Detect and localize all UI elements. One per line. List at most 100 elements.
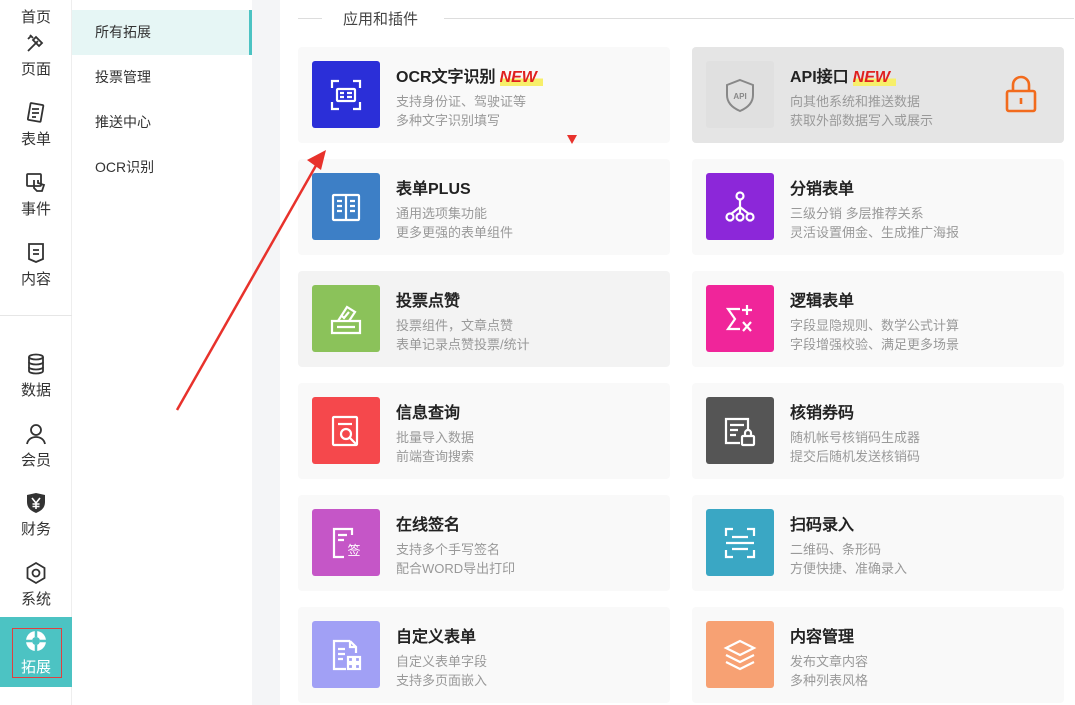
rail-item-member[interactable]: 会员 [0,413,72,477]
plugin-card-scan-entry[interactable]: 扫码录入 二维码、条形码 方便快捷、准确录入 [692,495,1064,591]
content-gutter [252,0,280,705]
api-shield-icon: API [706,61,774,128]
scan-code-icon [706,509,774,576]
distribution-tree-icon [706,173,774,240]
finance-yen-icon [23,490,49,516]
card-title: 逻辑表单 [790,293,855,310]
card-desc: 更多更强的表单组件 [396,225,514,240]
event-hand-icon [23,170,49,196]
card-desc: 投票组件，文章点赞 [396,318,514,333]
rail-label: 内容 [20,270,51,288]
plugin-card-form-plus[interactable]: 表单PLUS 通用选项集功能 更多更强的表单组件 [298,159,670,255]
card-desc: 字段显隐规则、数学公式计算 [790,318,960,333]
home-icon [23,0,49,4]
plugin-card-info-query[interactable]: 信息查询 批量导入数据 前端查询搜索 [298,383,670,479]
database-icon [23,351,49,377]
submenu-item-push-center[interactable]: 推送中心 [72,100,252,145]
left-nav-rail: 首页 页面 表单 事件 内容 数据 会员 财务 系统 拓展 [0,0,72,705]
rail-item-page[interactable]: 页面 [0,22,72,86]
layers-icon [706,621,774,688]
card-title: 表单PLUS [396,181,471,198]
card-desc: 字段增强校验、满足更多场景 [790,337,960,352]
plugin-card-api[interactable]: API API接口 NEW 向其他系统和推送数据 获取外部数据写入或展示 [692,47,1064,143]
card-title: 内容管理 [790,629,855,646]
card-title: API接口 NEW [790,63,897,87]
page-design-icon [23,30,49,56]
card-desc: 方便快捷、准确录入 [790,561,908,576]
rail-item-finance[interactable]: 财务 [0,482,72,546]
custom-form-icon [312,621,380,688]
plugin-card-coupon[interactable]: 核销券码 随机帐号核销码生成器 提交后随机发送核销码 [692,383,1064,479]
submenu-item-ocr[interactable]: OCR识别 [72,145,252,190]
member-icon [23,421,49,447]
plugin-card-custom-form[interactable]: 自定义表单 自定义表单字段 支持多页面嵌入 [298,607,670,703]
plugin-card-signature[interactable]: 签 在线签名 支持多个手写签名 配合WORD导出打印 [298,495,670,591]
card-desc: 前端查询搜索 [396,449,475,464]
card-title: 在线签名 [396,517,461,534]
card-title: OCR文字识别 NEW [396,63,543,87]
section-title: 应用和插件 [343,11,419,28]
vote-box-icon [312,285,380,352]
search-doc-icon [312,397,380,464]
card-desc: 支持多个手写签名 [396,542,501,557]
coupon-lock-icon [706,397,774,464]
rail-label: 页面 [20,60,51,78]
rail-item-content[interactable]: 内容 [0,232,72,296]
rail-item-data[interactable]: 数据 [0,343,72,407]
rail-item-event[interactable]: 事件 [0,162,72,226]
card-desc: 二维码、条形码 [790,542,882,557]
rail-divider [0,315,72,316]
plugin-card-content-manage[interactable]: 内容管理 发布文章内容 多种列表风格 [692,607,1064,703]
card-title: 自定义表单 [396,629,477,646]
new-badge: NEW [499,69,543,86]
highlight-frame [12,628,62,678]
submenu-item-all-extensions[interactable]: 所有拓展 [72,10,252,55]
card-desc: 批量导入数据 [396,430,475,445]
rail-label: 系统 [20,590,51,608]
plugin-card-distribution[interactable]: 分销表单 三级分销 多层推荐关系 灵活设置佣金、生成推广海报 [692,159,1064,255]
system-gear-icon [23,560,49,586]
new-badge: NEW [852,69,897,86]
svg-text:API: API [733,92,746,101]
card-desc: 向其他系统和推送数据 [790,94,921,109]
submenu-item-vote-manage[interactable]: 投票管理 [72,55,252,100]
card-title: 信息查询 [396,405,461,422]
plugin-card-logic-form[interactable]: 逻辑表单 字段显隐规则、数学公式计算 字段增强校验、满足更多场景 [692,271,1064,367]
rail-label: 表单 [20,130,51,148]
rail-label: 事件 [20,200,51,218]
lock-icon [1005,75,1037,113]
rail-label: 财务 [20,520,51,538]
card-desc: 多种列表风格 [790,673,869,688]
rail-item-form[interactable]: 表单 [0,92,72,156]
rail-label: 会员 [20,451,51,469]
card-desc: 自定义表单字段 [396,654,488,669]
card-desc: 通用选项集功能 [396,206,488,221]
card-desc: 表单记录点赞投票/统计 [396,337,530,352]
card-title: 投票点赞 [396,293,461,310]
card-title: 分销表单 [790,181,855,198]
rail-label: 数据 [20,381,51,399]
content-icon [23,240,49,266]
form-plus-icon [312,173,380,240]
plugin-card-vote[interactable]: 投票点赞 投票组件，文章点赞 表单记录点赞投票/统计 [298,271,670,367]
card-desc: 随机帐号核销码生成器 [790,430,921,445]
main-content: 应用和插件 OCR文字识别 NEW 支持身份证、驾驶证等 多种文字识别填写 API… [280,0,1075,705]
plugin-card-ocr[interactable]: OCR文字识别 NEW 支持身份证、驾驶证等 多种文字识别填写 [298,47,670,143]
card-desc: 提交后随机发送核销码 [790,449,921,464]
card-desc: 发布文章内容 [790,654,869,669]
sigma-logic-icon [706,285,774,352]
card-title: 扫码录入 [790,517,855,534]
ocr-scan-icon [312,61,380,128]
rail-item-system[interactable]: 系统 [0,552,72,616]
card-desc: 支持多页面嵌入 [396,673,488,688]
card-title: 核销券码 [790,405,855,422]
card-desc: 支持身份证、驾驶证等 [396,94,527,109]
card-desc: 灵活设置佣金、生成推广海报 [790,225,960,240]
card-desc: 配合WORD导出打印 [396,561,516,576]
card-desc: 获取外部数据写入或展示 [790,113,934,128]
card-desc: 多种文字识别填写 [396,113,501,128]
sub-menu: 所有拓展 投票管理 推送中心 OCR识别 [72,0,252,705]
form-icon [23,100,49,126]
card-desc: 三级分销 多层推荐关系 [790,206,924,221]
divider [298,18,322,19]
